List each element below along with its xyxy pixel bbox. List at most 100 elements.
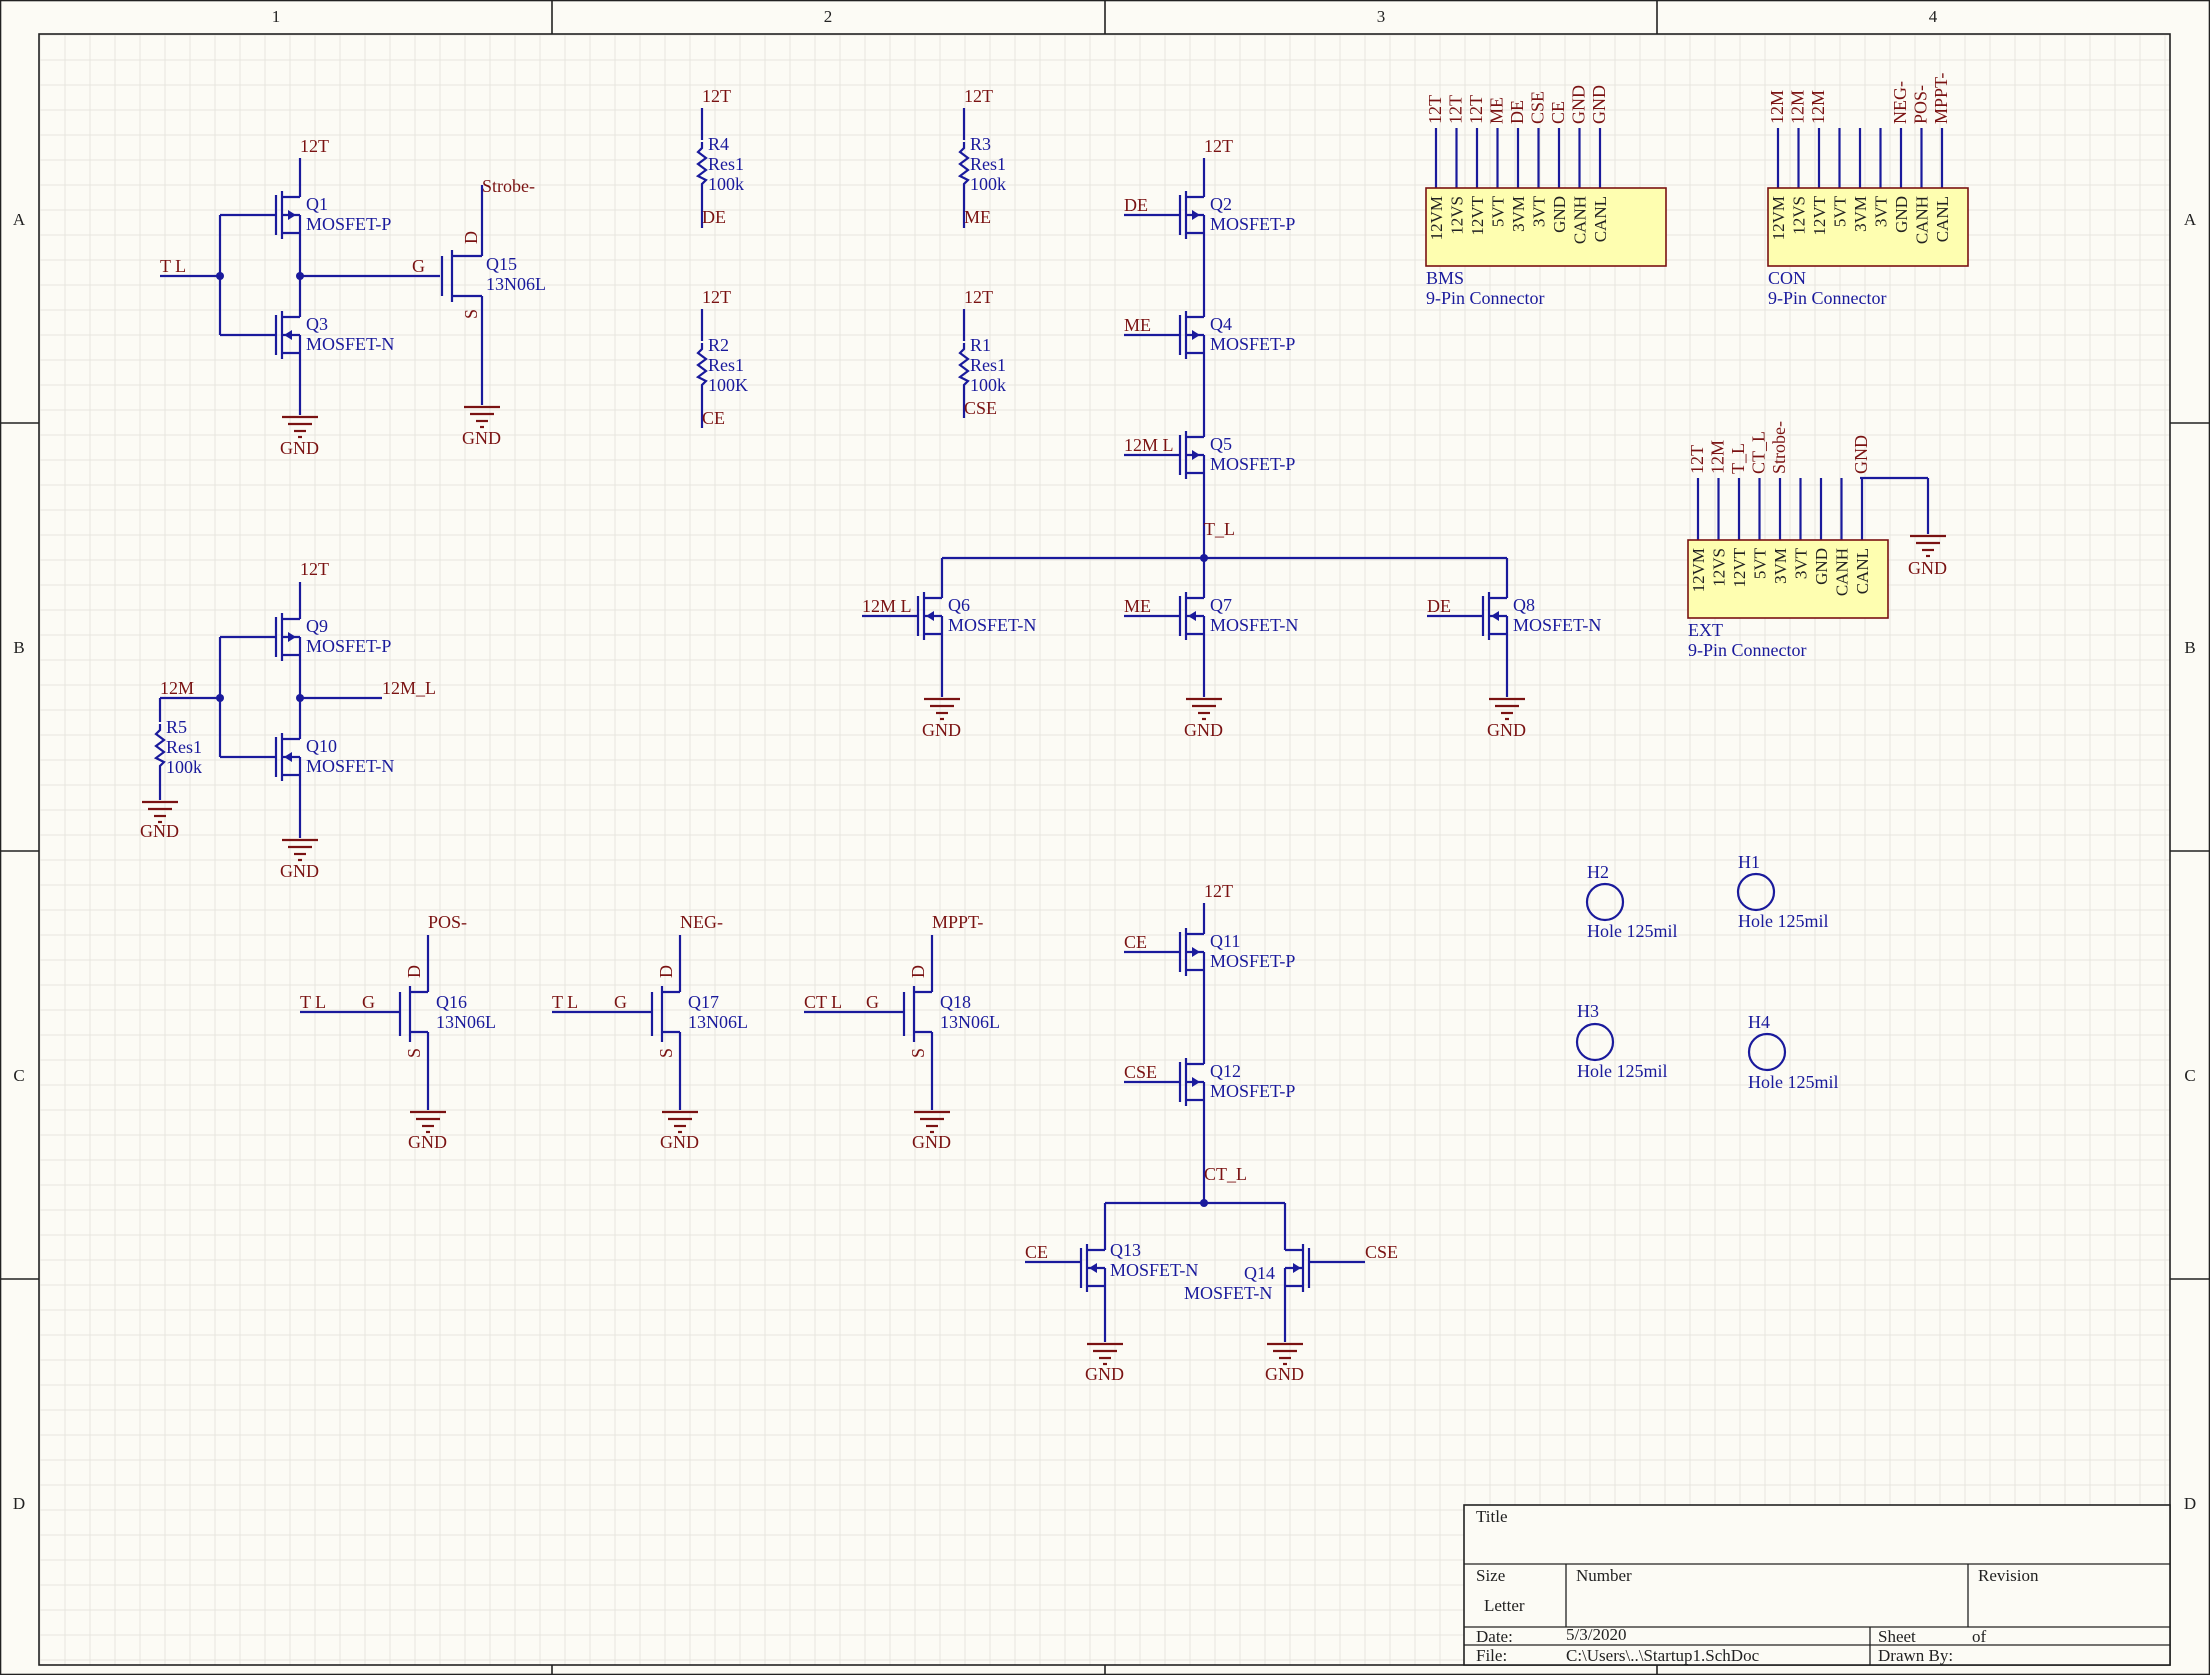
net-gnd-q18: GND (912, 1132, 951, 1152)
row-label-c-left: C (13, 1066, 24, 1085)
q4-type: MOSFET-P (1210, 334, 1295, 354)
pin-d-q16: D (404, 965, 424, 978)
q6-designator: Q6 (948, 595, 970, 615)
net-gnd-q15: GND (462, 428, 501, 448)
q7-designator: Q7 (1210, 595, 1232, 615)
pin-d-q15: D (461, 231, 481, 244)
q18-designator: Q18 (940, 992, 971, 1012)
net-12m-l-q5: 12M L (1124, 435, 1174, 455)
q14-designator: Q14 (1244, 1263, 1275, 1283)
pin-d-q18: D (908, 965, 928, 978)
pin-s-q17: S (656, 1048, 676, 1058)
bms-net-label: GND (1569, 85, 1589, 124)
con-pin-name: 3VT (1872, 195, 1891, 227)
net-12t-r4: 12T (702, 86, 731, 106)
q13-type: MOSFET-N (1110, 1260, 1198, 1280)
net-12t-q9: 12T (300, 559, 329, 579)
bms-net-label: CE (1548, 101, 1568, 124)
r1-type: Res1 (970, 355, 1006, 375)
con-net-label: 12M (1808, 90, 1828, 124)
q5-type: MOSFET-P (1210, 454, 1295, 474)
net-de-q8: DE (1427, 596, 1451, 616)
tb-number-label: Number (1576, 1566, 1632, 1585)
con-pin-name: GND (1892, 196, 1911, 233)
ext-pin-name: GND (1812, 548, 1831, 585)
net-gnd-q16: GND (408, 1132, 447, 1152)
ext-pin-name: 12VM (1689, 548, 1708, 592)
q12-designator: Q12 (1210, 1061, 1241, 1081)
q11-designator: Q11 (1210, 931, 1240, 951)
net-ctl-bus: CT_L (1204, 1164, 1247, 1184)
con-pin-name: CANH (1913, 196, 1932, 244)
tb-size-label: Size (1476, 1566, 1505, 1585)
q5-designator: Q5 (1210, 434, 1232, 454)
net-gate-q17: T L (552, 992, 578, 1012)
bms-net-label: 12T (1466, 95, 1486, 124)
net-tl-input: T L (160, 256, 186, 276)
net-cse-q14: CSE (1365, 1242, 1398, 1262)
pin-s-q16: S (404, 1048, 424, 1058)
bms-pin-name: 12VT (1468, 195, 1487, 235)
hole-h4-label: Hole 125mil (1748, 1072, 1839, 1092)
bms-pin-name: 12VM (1427, 196, 1446, 240)
q15-designator: Q15 (486, 254, 517, 274)
ext-pin-name: 12VT (1730, 547, 1749, 587)
net-gnd-q6: GND (922, 720, 961, 740)
hole-h4-name: H4 (1748, 1012, 1770, 1032)
ext-pin-name: CANH (1833, 548, 1852, 596)
net-12m-l-output: 12M_L (382, 678, 436, 698)
net-me-r3: ME (964, 207, 991, 227)
col-label-3: 3 (1377, 7, 1386, 26)
q17-designator: Q17 (688, 992, 719, 1012)
q13-designator: Q13 (1110, 1240, 1141, 1260)
q11-type: MOSFET-P (1210, 951, 1295, 971)
tb-date-value: 5/3/2020 (1566, 1625, 1626, 1644)
ext-net-label: 12M (1708, 440, 1728, 474)
tb-sheet-label: Sheet (1878, 1627, 1916, 1646)
r1-value: 100k (970, 375, 1006, 395)
row-label-d-right: D (2184, 1494, 2196, 1513)
hole-h3-label: Hole 125mil (1577, 1061, 1668, 1081)
tb-file-value: C:\Users\..\Startup1.SchDoc (1566, 1646, 1760, 1665)
pin-g-q18: G (866, 992, 879, 1012)
net-12t-r1: 12T (964, 287, 993, 307)
bms-pin-name: 3VT (1530, 195, 1549, 227)
r2-value: 100K (708, 375, 748, 395)
ext-pin-name: 3VM (1771, 548, 1790, 584)
con-pin-name: CANL (1933, 196, 1952, 242)
con-pin-name: 12VT (1810, 195, 1829, 235)
ext-type: 9-Pin Connector (1688, 640, 1807, 660)
q9-type: MOSFET-P (306, 636, 391, 656)
q2-designator: Q2 (1210, 194, 1232, 214)
bms-net-label: DE (1507, 100, 1527, 124)
q3-designator: Q3 (306, 314, 328, 334)
net-me-q7: ME (1124, 596, 1151, 616)
net-12m-input: 12M (160, 678, 194, 698)
bms-pin-name: GND (1550, 196, 1569, 233)
r2-type: Res1 (708, 355, 744, 375)
net-gnd-q7: GND (1184, 720, 1223, 740)
net-gnd-q14: GND (1265, 1364, 1304, 1384)
bms-net-label: CSE (1528, 91, 1548, 124)
col-label-2: 2 (824, 7, 833, 26)
con-net-label: POS- (1911, 85, 1931, 124)
ext-pin-name: 5VT (1751, 547, 1770, 579)
bms-type: 9-Pin Connector (1426, 288, 1545, 308)
q17-type: 13N06L (688, 1012, 748, 1032)
net-12t-q11: 12T (1204, 881, 1233, 901)
r5-designator: R5 (166, 717, 187, 737)
ext-pin-name: 12VS (1710, 548, 1729, 587)
net-gnd-q3: GND (280, 438, 319, 458)
r5-value: 100k (166, 757, 202, 777)
hole-h1-name: H1 (1738, 852, 1760, 872)
net-ce-r2: CE (702, 408, 725, 428)
tb-drawn-by-label: Drawn By: (1878, 1646, 1953, 1665)
pin-s-q18: S (908, 1048, 928, 1058)
row-label-b-left: B (13, 638, 24, 657)
r5-type: Res1 (166, 737, 202, 757)
net-12t-q2: 12T (1204, 136, 1233, 156)
hole-h2-name: H2 (1587, 862, 1609, 882)
pin-d-q17: D (656, 965, 676, 978)
bms-pin-name: CANL (1591, 196, 1610, 242)
net-mppt-q18: MPPT- (932, 912, 983, 932)
